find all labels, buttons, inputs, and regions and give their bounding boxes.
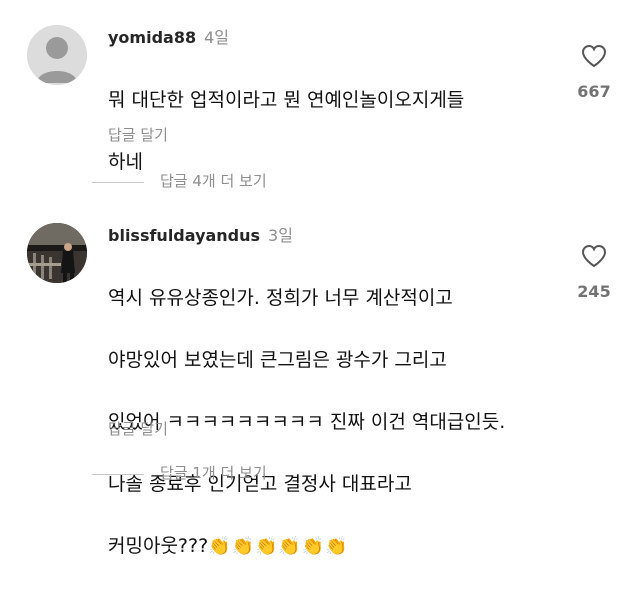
comment-time: 3일: [268, 226, 293, 245]
comment-username[interactable]: yomida88 4일: [108, 24, 229, 48]
comment-text-line: 뭐 대단한 업적이라고 뭔 연예인놀이오지게들: [108, 89, 465, 111]
divider-line: [92, 182, 144, 183]
comment-text-line: 야망있어 보였는데 큰그림은 광수가 그리고: [108, 349, 447, 371]
default-avatar-icon: [27, 25, 87, 85]
view-more-replies-label[interactable]: 답글 4개 더 보기: [160, 170, 267, 191]
clapping-hands-emoji: 👏👏👏👏👏👏: [208, 536, 349, 557]
like-count: 667: [577, 82, 611, 101]
avatar[interactable]: [27, 223, 87, 283]
like-count: 245: [577, 282, 611, 301]
comment-username[interactable]: blissfuldayandus 3일: [108, 222, 293, 246]
comment-text-line: 커밍아웃???👏👏👏👏👏👏: [108, 531, 505, 562]
profile-photo-icon: [27, 223, 87, 283]
username-text[interactable]: yomida88: [108, 28, 196, 47]
reply-button[interactable]: 답글 달기: [108, 418, 168, 439]
comment-text-fragment: 커밍아웃???: [108, 535, 209, 557]
comment-time: 4일: [204, 28, 229, 47]
reply-button[interactable]: 답글 달기: [108, 124, 168, 145]
divider-line: [92, 474, 144, 475]
heart-icon[interactable]: [572, 44, 616, 68]
username-text[interactable]: blissfuldayandus: [108, 226, 260, 245]
view-more-replies[interactable]: 답글 4개 더 보기: [0, 170, 640, 194]
like-block: 667: [572, 44, 616, 101]
view-more-replies[interactable]: 답글 1개 더 보기: [0, 462, 640, 486]
heart-icon[interactable]: [572, 244, 616, 268]
view-more-replies-label[interactable]: 답글 1개 더 보기: [160, 462, 267, 483]
avatar[interactable]: [27, 25, 87, 85]
comment-text-line: 역시 유유상종인가. 정희가 너무 계산적이고: [108, 287, 453, 309]
like-block: 245: [572, 244, 616, 301]
